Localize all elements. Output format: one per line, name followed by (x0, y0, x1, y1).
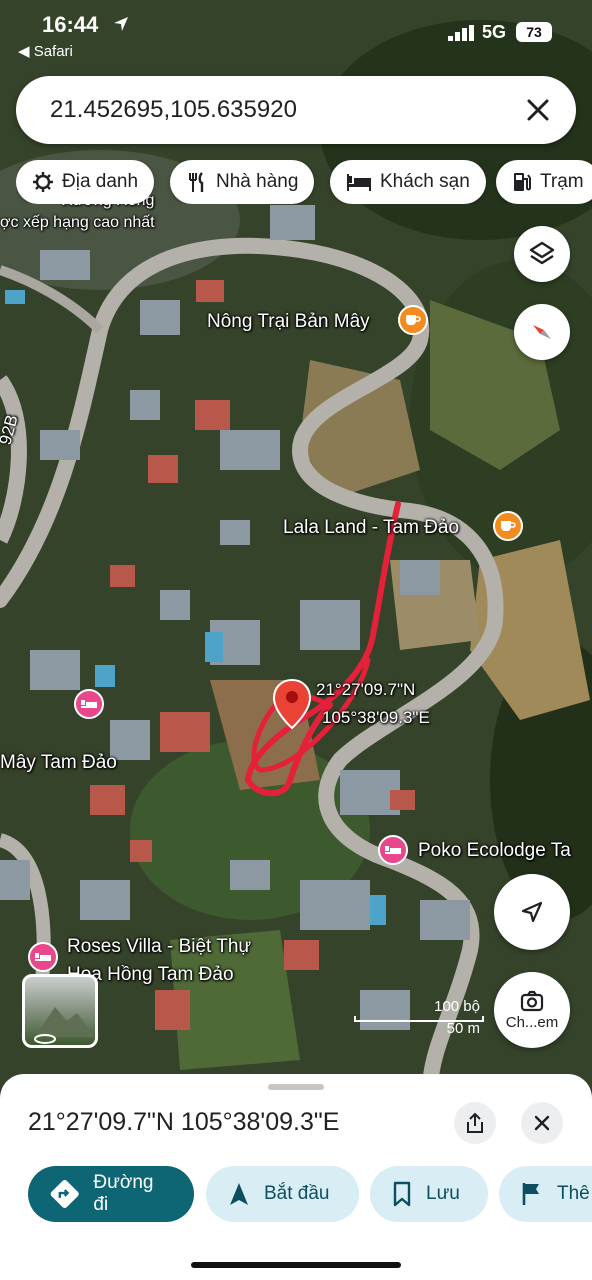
close-sheet-button[interactable] (521, 1102, 563, 1144)
place-coordinates: 21°27'09.7"N 105°38'09.3"E (28, 1108, 340, 1136)
dropped-pin-icon[interactable] (272, 678, 312, 730)
more-label: Thê (557, 1183, 590, 1204)
navigation-arrow-icon (521, 901, 543, 923)
navigation-arrow-icon (230, 1183, 248, 1205)
search-input[interactable]: 21.452695,105.635920 (50, 96, 297, 124)
share-button[interactable] (454, 1102, 496, 1144)
start-button[interactable]: Bắt đầu (206, 1166, 359, 1222)
map-label-poko[interactable]: Poko Ecolodge Ta (418, 840, 571, 862)
save-button[interactable]: Lưu (370, 1166, 488, 1222)
hotel-pin-icon[interactable] (378, 835, 408, 865)
pin-longitude-label: 105°38'09.3"E (322, 708, 430, 727)
search-bar[interactable]: 21.452695,105.635920 (16, 76, 576, 144)
hotel-pin-icon[interactable] (74, 689, 104, 719)
map-label-may-tam-dao[interactable]: Mây Tam Đảo (0, 752, 117, 774)
chip-tram[interactable]: Trạm (496, 160, 592, 204)
chip-label: Địa danh (62, 171, 139, 192)
cafe-pin-icon[interactable] (493, 511, 523, 541)
layers-button[interactable] (514, 226, 570, 282)
compass-icon (533, 325, 551, 339)
map-label-roses-villa-1[interactable]: Roses Villa - Biệt Thự (67, 936, 251, 958)
map-label-lala-land[interactable]: Lala Land - Tam Đảo (283, 517, 459, 539)
close-icon (534, 1115, 550, 1131)
map-label-top: ợc xếp hạng cao nhất (0, 214, 155, 231)
sheet-drag-handle[interactable] (268, 1084, 324, 1090)
directions-button[interactable]: Đường đi (28, 1166, 194, 1222)
flag-icon (522, 1183, 539, 1205)
directions-label: Đường đi (93, 1172, 154, 1215)
share-icon (467, 1112, 483, 1133)
hotel-pin-icon[interactable] (28, 942, 58, 972)
map-label-nong-trai[interactable]: Nông Trại Bản Mây (207, 311, 370, 333)
chip-label: Trạm (540, 171, 584, 192)
signal-icon (448, 25, 474, 41)
gas-station-icon (514, 173, 531, 191)
location-arrow-icon (114, 17, 128, 31)
chip-nha-hang[interactable]: Nhà hàng (170, 160, 315, 204)
bookmark-icon (393, 1181, 411, 1207)
category-chips: Địa danh Nhà hàng Khách sạn Trạm (16, 160, 592, 204)
status-bar: 16:44 ◀ Safari 5G 73 (0, 0, 592, 62)
fork-knife-icon (189, 172, 204, 192)
pin-latitude-label: 21°27'09.7"N (316, 680, 416, 699)
compass-button[interactable] (514, 304, 570, 360)
save-label: Lưu (426, 1183, 460, 1204)
scale-metric: 50 m (446, 1020, 480, 1037)
chip-label: Khách sạn (380, 171, 470, 192)
landmark-icon (33, 172, 53, 192)
status-time: 16:44 (42, 12, 99, 37)
network-type: 5G (482, 22, 507, 42)
more-button[interactable]: Thê (499, 1166, 592, 1222)
start-label: Bắt đầu (264, 1183, 330, 1204)
chip-khach-san[interactable]: Khách sạn (330, 160, 486, 204)
layers-icon (529, 241, 555, 265)
battery-level: 73 (516, 22, 552, 42)
street-view-thumbnail[interactable] (22, 974, 98, 1048)
bed-icon (347, 174, 371, 191)
cafe-pin-icon[interactable] (398, 305, 428, 335)
close-icon[interactable] (520, 92, 556, 128)
chip-dia-danh[interactable]: Địa danh (16, 160, 155, 204)
chip-label: Nhà hàng (216, 171, 299, 192)
place-sheet[interactable]: 21°27'09.7"N 105°38'09.3"E Đường đi Bắt … (0, 1074, 592, 1280)
my-location-button[interactable] (494, 874, 570, 950)
scale-bar: 100 bộ 50 m (354, 998, 484, 1038)
contribute-label: Ch...em (505, 1013, 559, 1031)
back-to-safari[interactable]: ◀ Safari (18, 42, 73, 60)
scale-imperial: 100 bộ (434, 998, 480, 1015)
camera-icon (520, 990, 544, 1011)
home-indicator[interactable] (191, 1262, 401, 1268)
contribute-button[interactable]: Ch...em (494, 972, 570, 1048)
directions-icon (50, 1179, 79, 1209)
